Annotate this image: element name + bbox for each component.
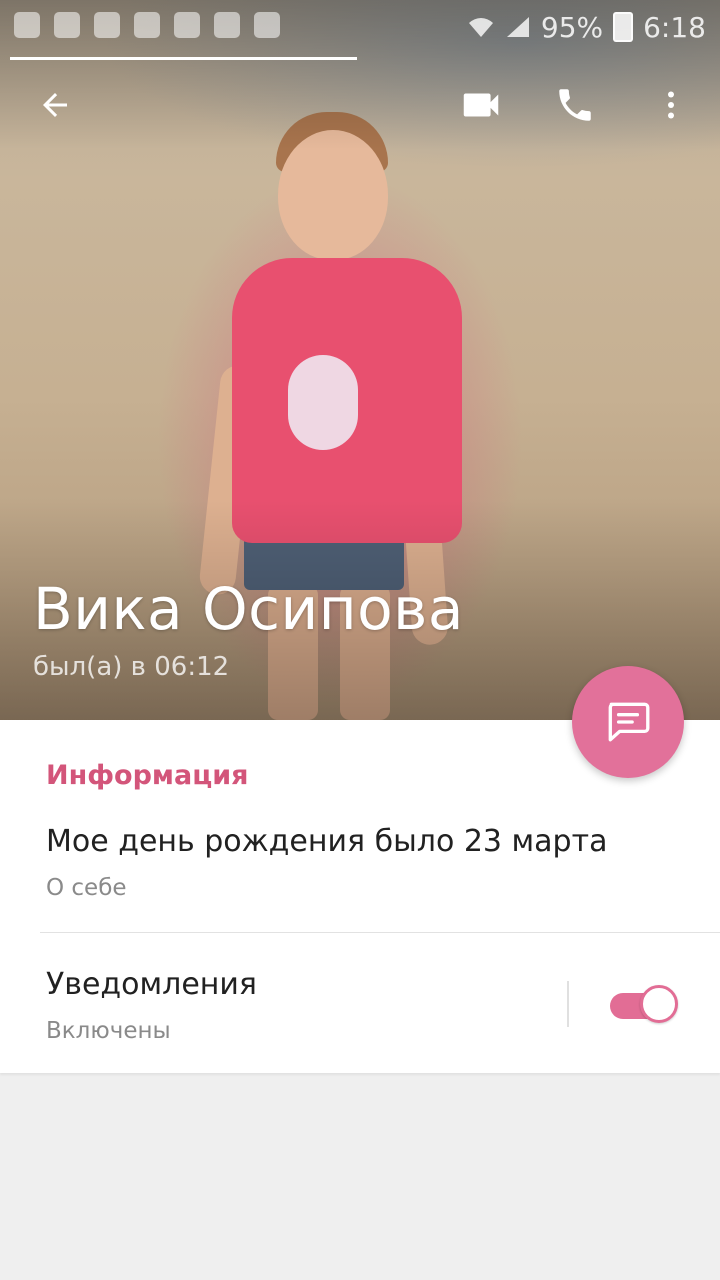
contact-name: Вика Осипова [33,575,464,643]
notifications-toggle[interactable] [610,985,678,1023]
notification-icons [14,12,280,38]
notifications-status: Включены [46,1018,171,1044]
arrow-left-icon [43,93,67,117]
notification-icon [94,12,120,38]
notifications-row[interactable]: Уведомления Включены [0,933,720,1073]
wifi-icon [468,18,493,37]
notification-icon [174,12,200,38]
more-vertical-icon [668,91,674,119]
status-right: 95% 6:18 [467,11,706,44]
voice-call-button[interactable] [540,70,610,140]
bio-text[interactable]: Мое день рождения было 23 марта [46,824,607,859]
battery-percent: 95% [540,10,604,44]
send-message-button[interactable] [572,666,684,778]
clock: 6:18 [643,10,706,44]
notification-icon [54,12,80,38]
video-camera-icon [463,93,499,117]
status-bar: 95% 6:18 [0,0,720,54]
chat-message-icon [608,702,650,742]
loading-progress-bar [10,57,357,60]
back-button[interactable] [20,70,90,140]
more-options-button[interactable] [636,70,706,140]
notification-icon [14,12,40,38]
profile-toolbar [0,70,720,140]
video-call-button[interactable] [446,70,516,140]
last-seen-status: был(а) в 06:12 [33,652,230,682]
info-section-title: Информация [46,760,249,791]
notification-icon [134,12,160,38]
notification-icon [254,12,280,38]
photo-shirt-print [288,355,358,450]
signal-icon [506,17,529,37]
phone-icon [559,89,591,121]
notification-icon [214,12,240,38]
battery-icon [613,12,634,42]
notifications-title: Уведомления [46,967,257,1002]
vertical-separator [567,981,569,1027]
bio-label: О себе [46,875,127,901]
toggle-knob [640,985,678,1023]
